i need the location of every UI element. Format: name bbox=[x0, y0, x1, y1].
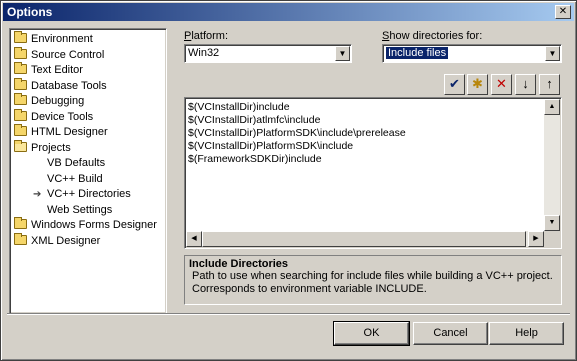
tree-item-environment[interactable]: Environment bbox=[14, 31, 166, 48]
tree-item-database-tools[interactable]: Database Tools bbox=[14, 77, 166, 95]
folder-icon bbox=[14, 93, 27, 105]
platform-label: Platform: bbox=[184, 30, 229, 42]
list-item[interactable]: $(VCInstallDir)PlatformSDK\include bbox=[188, 140, 561, 153]
list-item[interactable]: $(FrameworkSDKDir)include bbox=[188, 153, 561, 166]
scroll-left-icon[interactable]: ◀ bbox=[186, 231, 202, 247]
tree-item-text-editor[interactable]: Text Editor bbox=[14, 62, 166, 79]
new-line-button[interactable]: ✱ bbox=[467, 74, 488, 95]
apply-button[interactable]: ✔ bbox=[444, 74, 465, 95]
move-down-button[interactable]: ↓ bbox=[515, 74, 536, 95]
close-button[interactable]: ✕ bbox=[555, 5, 571, 19]
selected-arrow-icon: ➔ bbox=[33, 189, 42, 200]
folder-icon bbox=[14, 124, 27, 136]
scroll-down-icon[interactable]: ▼ bbox=[544, 215, 560, 231]
help-button[interactable]: Help bbox=[489, 322, 564, 345]
description-panel: Include Directories Path to use when sea… bbox=[184, 255, 562, 305]
chevron-down-icon[interactable]: ▼ bbox=[335, 46, 350, 61]
folder-icon bbox=[14, 232, 27, 245]
scrollbar-corner bbox=[544, 231, 560, 247]
close-icon: ✕ bbox=[558, 6, 568, 17]
folder-icon bbox=[14, 77, 27, 90]
show-directories-label: Show directories for: bbox=[382, 30, 483, 42]
check-icon: ✔ bbox=[449, 76, 460, 91]
tree-item-windows-forms-designer[interactable]: Windows Forms Designer bbox=[14, 217, 166, 234]
options-tree[interactable]: Environment Source Control Text Editor D… bbox=[9, 28, 167, 314]
folder-icon bbox=[14, 108, 27, 121]
tree-item-projects[interactable]: Projects bbox=[14, 139, 166, 157]
tree-item-vc-build[interactable]: VC++ Build bbox=[14, 172, 166, 188]
tree-item-vb-defaults[interactable]: VB Defaults bbox=[14, 156, 166, 172]
tree-item-source-control[interactable]: Source Control bbox=[14, 46, 166, 64]
description-title: Include Directories bbox=[189, 258, 289, 270]
delete-button[interactable]: ✕ bbox=[491, 74, 512, 95]
show-directories-select[interactable]: Include files ▼ bbox=[382, 44, 562, 63]
ok-button[interactable]: OK bbox=[333, 321, 410, 346]
tree-item-debugging[interactable]: Debugging bbox=[14, 93, 166, 110]
folder-icon bbox=[14, 62, 27, 74]
title-bar[interactable]: Options ✕ bbox=[3, 3, 574, 21]
vertical-scrollbar[interactable]: ▲ ▼ bbox=[544, 99, 560, 231]
window-title: Options bbox=[7, 5, 53, 19]
folder-icon bbox=[14, 46, 27, 59]
folder-icon bbox=[14, 31, 27, 43]
tree-item-vc-directories[interactable]: ➔ VC++ Directories bbox=[14, 187, 166, 203]
description-line-2: Corresponds to environment variable INCL… bbox=[192, 283, 427, 295]
tree-item-xml-designer[interactable]: XML Designer bbox=[14, 232, 166, 250]
scroll-thumb[interactable] bbox=[202, 231, 526, 247]
new-folder-icon: ✱ bbox=[472, 76, 483, 91]
tree-item-web-settings[interactable]: Web Settings bbox=[14, 203, 166, 219]
folder-icon bbox=[14, 217, 27, 229]
folder-open-icon bbox=[14, 139, 27, 152]
list-item[interactable]: $(VCInstallDir)include bbox=[188, 101, 561, 114]
cancel-button[interactable]: Cancel bbox=[413, 322, 488, 345]
platform-select[interactable]: Win32 ▼ bbox=[184, 44, 352, 63]
list-item[interactable]: $(VCInstallDir)PlatformSDK\include\prere… bbox=[188, 127, 561, 140]
scroll-right-icon[interactable]: ▶ bbox=[528, 231, 544, 247]
delete-icon: ✕ bbox=[496, 76, 507, 91]
options-dialog: Options ✕ Environment Source Control Tex… bbox=[0, 0, 577, 361]
directory-list[interactable]: $(VCInstallDir)include $(VCInstallDir)at… bbox=[184, 97, 562, 249]
description-line-1: Path to use when searching for include f… bbox=[192, 270, 553, 282]
scroll-up-icon[interactable]: ▲ bbox=[544, 99, 560, 115]
move-up-button[interactable]: ↑ bbox=[539, 74, 560, 95]
tree-item-html-designer[interactable]: HTML Designer bbox=[14, 124, 166, 141]
tree-item-device-tools[interactable]: Device Tools bbox=[14, 108, 166, 126]
arrow-up-icon: ↑ bbox=[546, 76, 553, 91]
horizontal-scrollbar[interactable]: ◀ ▶ bbox=[186, 231, 544, 247]
arrow-down-icon: ↓ bbox=[522, 76, 529, 91]
chevron-down-icon[interactable]: ▼ bbox=[545, 46, 560, 61]
list-item[interactable]: $(VCInstallDir)atlmfc\include bbox=[188, 114, 561, 127]
divider bbox=[7, 313, 570, 315]
